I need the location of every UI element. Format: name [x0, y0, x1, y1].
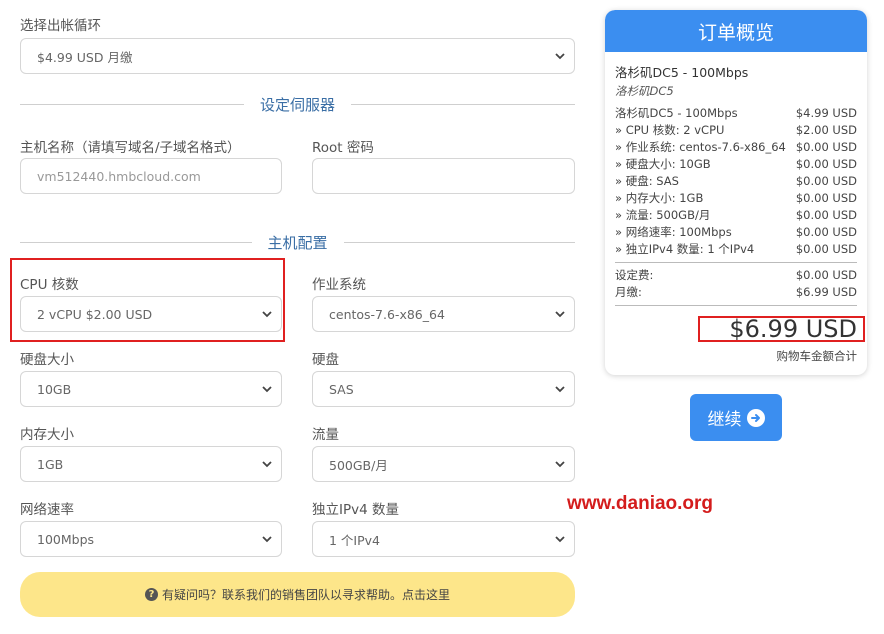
summary-setup-fee: 设定费: $0.00 USD — [615, 268, 857, 282]
sales-help-link[interactable]: ? 有疑问吗？联系我们的销售团队以寻求帮助。点击这里 — [20, 572, 575, 617]
speed-value: 100Mbps — [37, 531, 95, 547]
order-summary-title: 订单概览 — [605, 10, 867, 52]
cpu-highlight-box — [10, 258, 285, 342]
chevron-down-icon — [555, 311, 565, 318]
os-label: 作业系统 — [312, 277, 366, 293]
config-section-heading: 主机配置 — [20, 232, 576, 253]
chevron-down-icon — [555, 461, 565, 468]
speed-label: 网络速率 — [20, 502, 74, 518]
disk-size-label: 硬盘大小 — [20, 352, 74, 368]
summary-line-item: » 独立IPv4 数量: 1 个IPv4 $0.00 USD — [615, 242, 857, 256]
traffic-value: 500GB/月 — [329, 457, 388, 473]
root-password-input[interactable] — [312, 158, 575, 194]
ipv4-value: 1 个IPv4 — [329, 532, 381, 548]
question-circle-icon: ? — [144, 588, 158, 601]
traffic-label: 流量 — [312, 427, 339, 443]
traffic-select[interactable]: 500GB/月 — [312, 446, 575, 482]
continue-label: 继续 — [707, 410, 742, 430]
disk-size-select[interactable]: 10GB — [20, 371, 282, 407]
summary-monthly: 月缴: $6.99 USD — [615, 285, 857, 299]
chevron-down-icon — [555, 386, 565, 393]
summary-product-group: 洛杉矶DC5 — [615, 84, 674, 98]
summary-line-item: » 作业系统: centos-7.6-x86_64 $0.00 USD — [615, 140, 857, 154]
memory-label: 内存大小 — [20, 427, 74, 443]
summary-line-item: » 硬盘大小: 10GB $0.00 USD — [615, 157, 857, 171]
billing-cycle-select[interactable]: $4.99 USD 月缴 — [20, 38, 575, 74]
os-select[interactable]: centos-7.6-x86_64 — [312, 296, 575, 332]
os-value: centos-7.6-x86_64 — [329, 306, 445, 322]
disk-type-label: 硬盘 — [312, 352, 339, 368]
summary-total-label: 购物车金额合计 — [776, 349, 858, 363]
watermark-text: www.daniao.org — [567, 493, 714, 514]
summary-product-name: 洛杉矶DC5 - 100Mbps — [615, 65, 749, 80]
chevron-down-icon — [555, 53, 565, 60]
chevron-down-icon — [262, 536, 272, 543]
server-section-heading: 设定伺服器 — [20, 94, 576, 115]
speed-select[interactable]: 100Mbps — [20, 521, 282, 557]
chevron-down-icon — [262, 461, 272, 468]
server-section-title: 设定伺服器 — [260, 96, 336, 114]
continue-button[interactable]: 继续 — [690, 394, 782, 441]
memory-value: 1GB — [37, 456, 64, 472]
summary-line-item: » 内存大小: 1GB $0.00 USD — [615, 191, 857, 205]
summary-line-item: » CPU 核数: 2 vCPU $2.00 USD — [615, 123, 857, 137]
summary-line-item: » 流量: 500GB/月 $0.00 USD — [615, 208, 857, 222]
summary-line-item: 洛杉矶DC5 - 100Mbps $4.99 USD — [615, 106, 857, 120]
hostname-placeholder: vm512440.hmbcloud.com — [37, 168, 201, 184]
summary-divider — [615, 305, 857, 306]
summary-line-items: 洛杉矶DC5 - 100Mbps $4.99 USD » CPU 核数: 2 vC… — [615, 105, 857, 258]
summary-divider — [615, 262, 857, 263]
billing-cycle-label: 选择出帐循环 — [20, 18, 101, 34]
disk-size-value: 10GB — [37, 381, 72, 397]
total-highlight-box — [698, 316, 865, 342]
hostname-input[interactable]: vm512440.hmbcloud.com — [20, 158, 282, 194]
disk-type-value: SAS — [329, 381, 354, 397]
sales-help-text: 有疑问吗？联系我们的销售团队以寻求帮助。点击这里 — [161, 588, 450, 602]
chevron-down-icon — [262, 386, 272, 393]
config-section-title: 主机配置 — [267, 234, 328, 252]
ipv4-label: 独立IPv4 数量 — [312, 502, 399, 518]
hostname-label: 主机名称（请填写域名/子域名格式） — [20, 140, 241, 156]
arrow-right-circle-icon — [746, 408, 765, 427]
billing-cycle-value: $4.99 USD 月缴 — [37, 49, 133, 65]
root-password-label: Root 密码 — [312, 140, 374, 156]
chevron-down-icon — [555, 536, 565, 543]
memory-select[interactable]: 1GB — [20, 446, 282, 482]
disk-type-select[interactable]: SAS — [312, 371, 575, 407]
summary-line-item: » 硬盘: SAS $0.00 USD — [615, 174, 857, 188]
ipv4-select[interactable]: 1 个IPv4 — [312, 521, 575, 557]
summary-line-item: » 网络速率: 100Mbps $0.00 USD — [615, 225, 857, 239]
